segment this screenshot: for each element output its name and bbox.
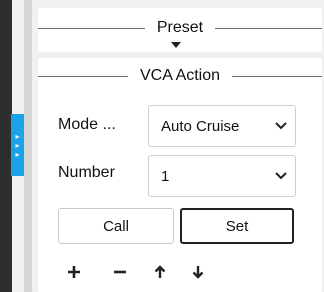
chevron-right-icon: ▸ [15,140,20,150]
number-select[interactable]: 1 [148,155,296,197]
preset-title: Preset [156,19,204,36]
chevron-right-icon: ▸ [15,149,20,159]
divider-line [215,27,322,29]
arrow-down-icon[interactable] [188,262,208,282]
number-label: Number [58,164,115,181]
preset-header[interactable]: Preset [38,19,322,37]
panel-gutter [24,0,32,292]
ptz-panel: Preset VCA Action Mode ... Auto Cruise N… [32,0,324,292]
call-button[interactable]: Call [58,208,174,244]
caret-down-icon[interactable] [171,42,181,48]
plus-icon[interactable] [64,262,84,282]
vca-action-title: VCA Action [139,67,221,84]
vca-action-header: VCA Action [38,67,323,85]
divider-line [232,75,323,77]
divider-line [38,75,128,77]
collapse-tab[interactable]: ▸ ▸ ▸ [11,114,24,176]
chevron-down-icon [273,172,289,180]
preset-section: Preset [38,8,322,52]
minus-icon[interactable] [110,262,130,282]
mode-label: Mode ... [58,116,116,133]
number-value: 1 [161,167,170,185]
chevron-right-icon: ▸ [15,131,20,141]
mode-select[interactable]: Auto Cruise [148,105,296,147]
divider-line [38,27,145,29]
arrow-up-icon[interactable] [150,262,170,282]
chevron-down-icon [273,122,289,130]
vca-action-section: VCA Action Mode ... Auto Cruise Number 1… [38,58,323,292]
mode-value: Auto Cruise [161,117,240,135]
set-button[interactable]: Set [180,208,294,244]
